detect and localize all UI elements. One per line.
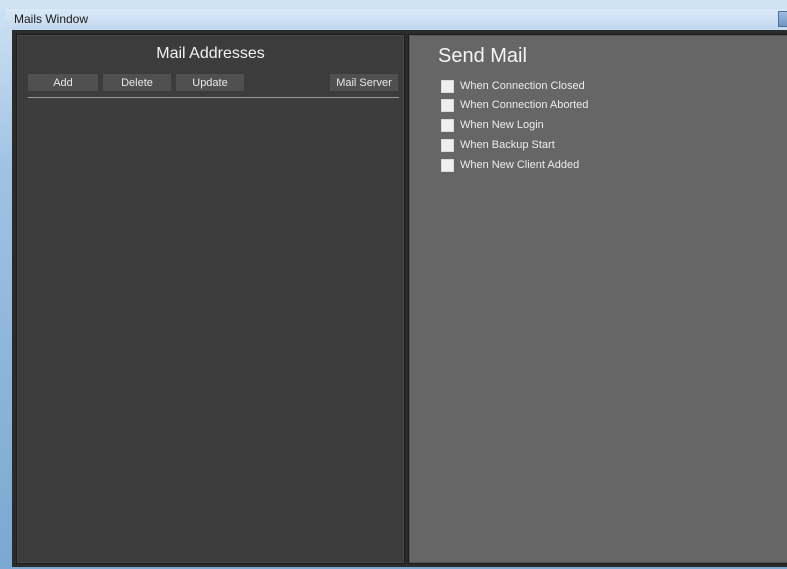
checkbox[interactable] [441, 158, 454, 172]
delete-button[interactable]: Delete [103, 74, 171, 91]
checkbox[interactable] [441, 118, 454, 132]
checkbox[interactable] [441, 138, 454, 152]
option-label: When New Client Added [460, 159, 580, 171]
window-client-area: Mail Addresses Add Delete Update Mail Se… [12, 30, 787, 567]
option-label: When New Login [460, 119, 544, 131]
window-title: Mails Window [14, 12, 89, 26]
option-backup-start[interactable]: When Backup Start [441, 138, 555, 152]
title-bar[interactable]: Mails Window [6, 9, 787, 29]
option-connection-aborted[interactable]: When Connection Aborted [441, 98, 588, 112]
checkbox[interactable] [441, 79, 454, 93]
update-button[interactable]: Update [176, 74, 244, 91]
mail-addresses-panel: Mail Addresses Add Delete Update Mail Se… [16, 34, 405, 564]
option-new-login[interactable]: When New Login [441, 118, 544, 132]
option-connection-closed[interactable]: When Connection Closed [441, 79, 585, 93]
add-button[interactable]: Add [28, 74, 98, 91]
option-label: When Connection Closed [460, 80, 585, 92]
send-mail-panel: Send Mail When Connection Closed When Co… [408, 34, 787, 564]
checkbox[interactable] [441, 98, 454, 112]
mails-window: Mails Window Mail Addresses Add Delete U… [0, 0, 787, 569]
mail-addresses-title: Mail Addresses [156, 45, 265, 62]
list-header-divider [28, 97, 399, 98]
window-control-button[interactable] [778, 11, 787, 27]
option-new-client-added[interactable]: When New Client Added [441, 158, 579, 172]
mail-address-list[interactable] [28, 101, 399, 556]
mail-server-button[interactable]: Mail Server [330, 74, 398, 91]
option-label: When Connection Aborted [460, 99, 589, 111]
send-mail-title: Send Mail [438, 45, 527, 67]
option-label: When Backup Start [460, 139, 555, 151]
